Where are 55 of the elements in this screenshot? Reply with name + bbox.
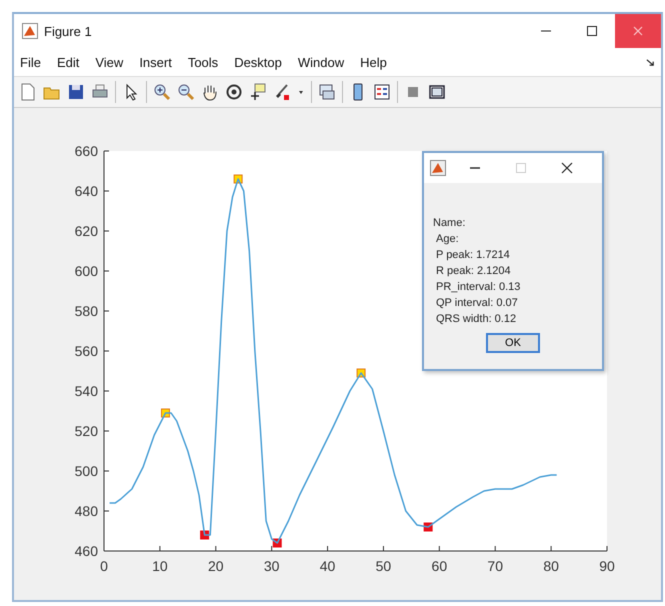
tick-label: 520 [74,423,98,439]
tick-label: 60 [432,558,448,574]
tick-label: 80 [543,558,559,574]
info-text: QRS width: 0.12 [435,312,516,327]
menu-item[interactable]: View [95,54,124,70]
tick-label: 0 [100,558,108,574]
tick-label: 70 [487,558,503,574]
hand-icon[interactable] [201,83,219,101]
new-file-icon[interactable] [19,83,37,101]
link-plot-icon[interactable] [318,83,336,101]
zoom-out-icon[interactable] [177,83,195,101]
tick-label: 580 [74,303,98,319]
menu-item[interactable]: Edit [56,54,80,70]
tick-label: 540 [74,383,98,399]
rotate-icon[interactable] [225,83,243,101]
tick-label: 480 [74,503,98,519]
info-text: P peak: 1.7214 [435,248,510,263]
app-icon [22,23,38,39]
data-cursor-icon[interactable] [249,83,267,101]
tick-label: 460 [74,543,98,559]
menu-item[interactable]: Insert [139,54,172,70]
tick-label: 10 [152,558,168,574]
app-icon [430,160,446,176]
info-text: PR_interval: 0.13 [435,280,520,295]
close-icon [561,162,573,174]
show-tools-icon[interactable] [428,83,446,101]
menu-item[interactable]: File [20,54,41,70]
tick-label: 560 [74,343,98,359]
legend-icon[interactable] [373,83,391,101]
zoom-in-icon[interactable] [153,83,171,101]
info-text: Name: [432,216,466,231]
maximize-icon [586,25,598,37]
info-text: QP interval: 0.07 [435,296,518,311]
tick-label: 30 [264,558,280,574]
menu-item[interactable]: Help [360,54,387,70]
tick-label: 660 [74,143,98,159]
tick-label: 600 [74,263,98,279]
dock-arrow-icon[interactable] [646,58,655,66]
tick-label: 40 [320,558,336,574]
menu-item[interactable]: Tools [188,54,218,70]
tick-label: 500 [74,463,98,479]
menu-item[interactable]: Desktop [234,54,282,70]
menu-item[interactable]: Window [298,54,344,70]
ok-button[interactable]: OK [486,333,540,353]
tick-label: 20 [208,558,224,574]
tick-label: 50 [376,558,392,574]
tick-label: 640 [74,183,98,199]
save-icon[interactable] [67,83,85,101]
info-text: Age: [435,232,459,247]
info-text: R peak: 2.1204 [435,264,511,279]
close-icon [632,25,644,37]
maximize-icon [515,162,527,174]
tick-label: 620 [74,223,98,239]
window-title: Figure 1 [44,24,92,38]
tick-label: 90 [599,558,615,574]
